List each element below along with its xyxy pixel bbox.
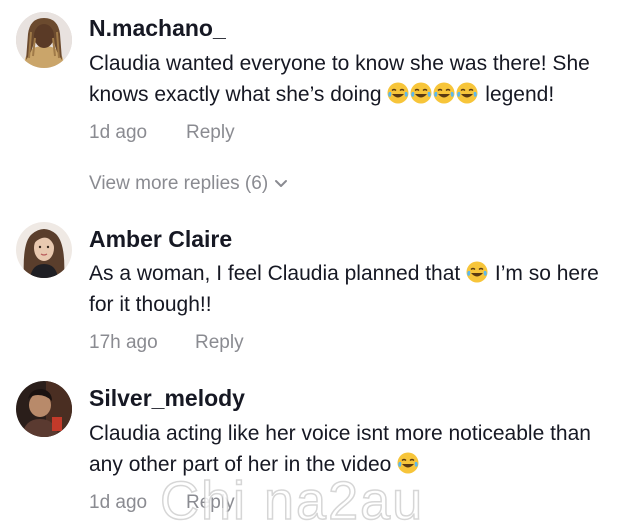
username[interactable]: Amber Claire (89, 225, 232, 253)
username[interactable]: Silver_melody (89, 384, 245, 412)
comment-meta: 17h ago Reply (89, 331, 244, 355)
avatar[interactable] (16, 12, 72, 68)
reply-button[interactable]: Reply (186, 491, 235, 515)
comment-meta: 1d ago Reply (89, 491, 235, 515)
username[interactable]: N.machano_ (89, 14, 226, 42)
comment-text: Claudia wanted everyone to know she was … (89, 48, 629, 110)
face-with-tears-of-joy-icon (466, 261, 488, 283)
reply-button[interactable]: Reply (195, 331, 244, 355)
face-with-tears-of-joy-icon (387, 82, 409, 104)
comment-text: As a woman, I feel Claudia planned that … (89, 258, 629, 320)
avatar[interactable] (16, 222, 72, 278)
timestamp: 17h ago (89, 332, 158, 353)
face-with-tears-of-joy-icon (456, 82, 478, 104)
view-more-label: View more replies (6) (89, 173, 269, 194)
face-with-tears-of-joy-icon (410, 82, 432, 104)
reply-button[interactable]: Reply (186, 121, 235, 145)
comment-text: Claudia acting like her voice isnt more … (89, 418, 629, 480)
face-with-tears-of-joy-icon (397, 452, 419, 474)
comment-text-part: As a woman, I feel Claudia planned that (89, 262, 467, 285)
comment-text-part: legend! (479, 83, 555, 106)
timestamp: 1d ago (89, 122, 148, 143)
view-more-replies-button[interactable]: View more replies (6) (89, 172, 288, 196)
comment-text-part: Claudia acting like her voice isnt more … (89, 422, 591, 476)
timestamp: 1d ago (89, 492, 148, 513)
chevron-down-icon (275, 179, 288, 187)
avatar[interactable] (16, 381, 72, 437)
comment-meta: 1d ago Reply (89, 121, 235, 145)
face-with-tears-of-joy-icon (433, 82, 455, 104)
